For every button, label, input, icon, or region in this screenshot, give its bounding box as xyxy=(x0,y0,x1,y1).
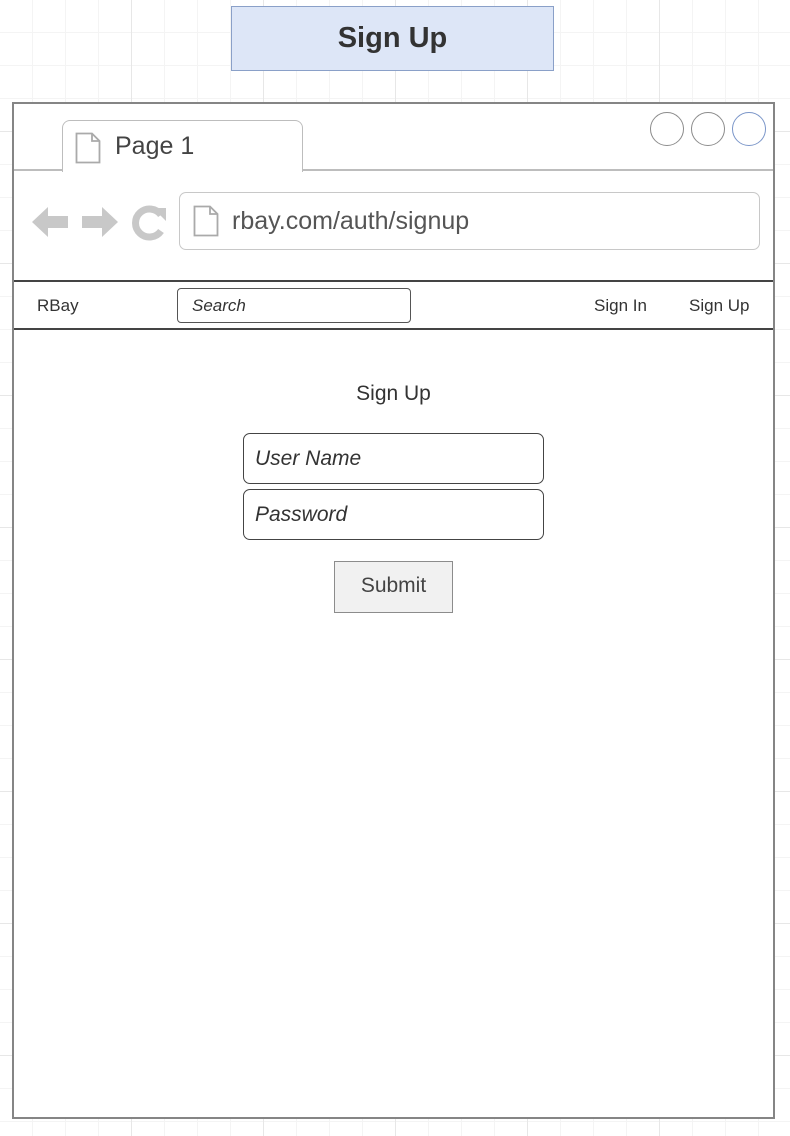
address-bar[interactable]: rbay.com/auth/signup xyxy=(179,192,760,250)
password-field[interactable]: Password xyxy=(243,489,544,540)
tab-label: Page 1 xyxy=(115,132,195,160)
forward-arrow-icon[interactable] xyxy=(80,204,120,240)
url-text: rbay.com/auth/signup xyxy=(232,207,470,235)
sign-in-link[interactable]: Sign In xyxy=(594,296,647,316)
sign-up-link[interactable]: Sign Up xyxy=(689,296,749,316)
username-field[interactable]: User Name xyxy=(243,433,544,484)
brand-logo[interactable]: RBay xyxy=(37,296,79,316)
window-control-circle-icon[interactable] xyxy=(732,112,766,146)
submit-button[interactable]: Submit xyxy=(334,561,453,613)
window-control-circle-icon[interactable] xyxy=(650,112,684,146)
document-icon xyxy=(193,205,219,237)
window-control-circle-icon[interactable] xyxy=(691,112,725,146)
browser-tab[interactable]: Page 1 xyxy=(62,120,303,172)
search-input[interactable]: Search xyxy=(177,288,411,323)
form-title: Sign Up xyxy=(356,382,431,405)
reload-icon[interactable] xyxy=(130,204,168,242)
site-navbar: RBay Search Sign In Sign Up xyxy=(14,280,773,330)
back-arrow-icon[interactable] xyxy=(30,204,70,240)
browser-window: Page 1 rbay.com/auth/signup RBay Search … xyxy=(12,102,775,1119)
diagram-title: Sign Up xyxy=(231,6,554,71)
document-icon xyxy=(75,132,101,164)
